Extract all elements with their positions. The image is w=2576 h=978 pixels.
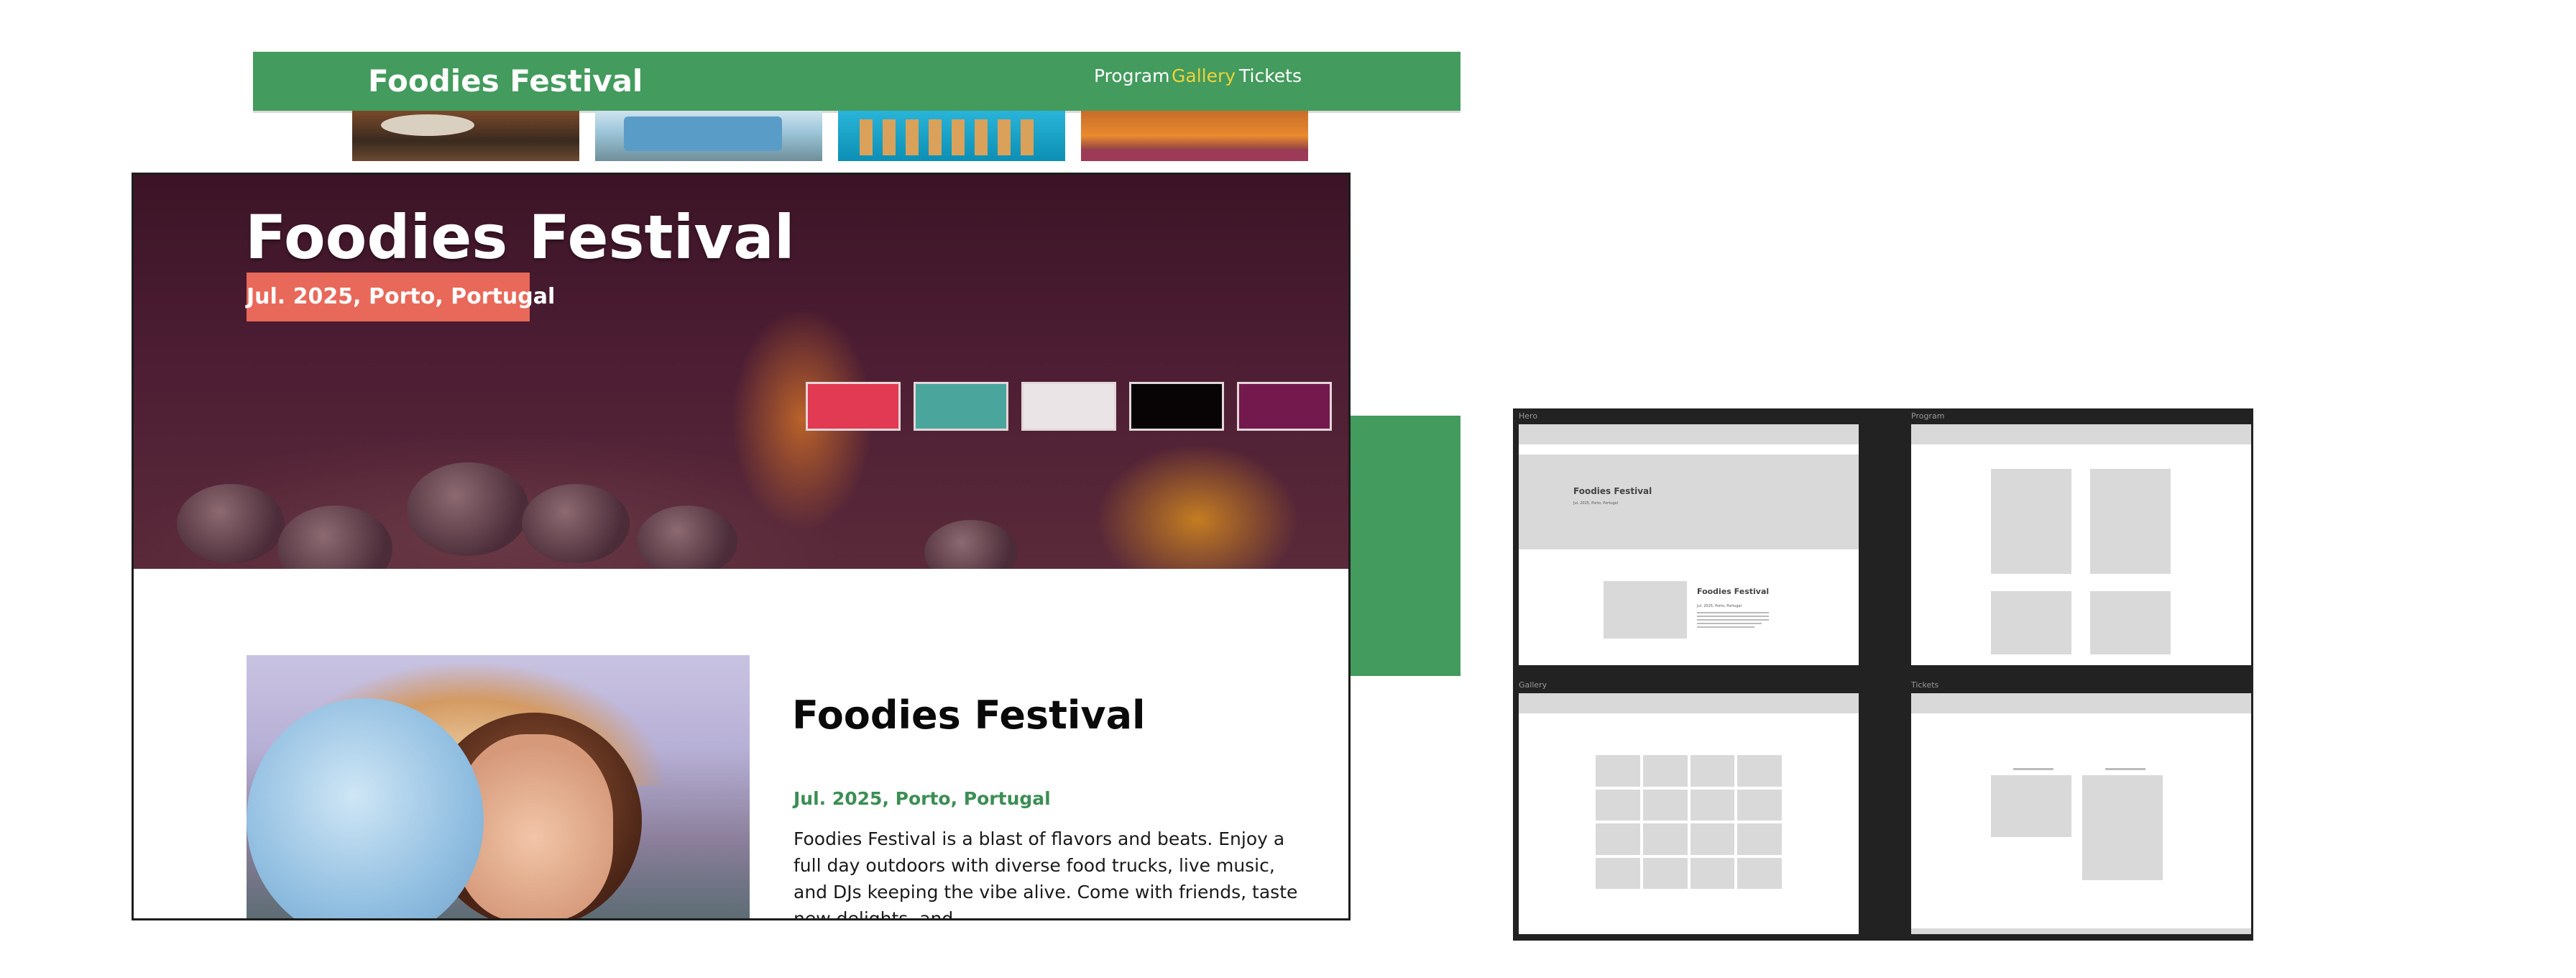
wireframe-gallery-tile: [1642, 823, 1688, 855]
wireframe-gallery-grid: [1596, 755, 1782, 889]
wireframe-ticket-card: [1991, 775, 2071, 837]
wireframe-ticket-heading: [2013, 768, 2053, 770]
nav-link-program[interactable]: Program: [1094, 65, 1169, 88]
wireframe-text-line: [1697, 619, 1769, 621]
color-swatch-light-gray[interactable]: [1021, 382, 1116, 431]
wireframe-gallery-tile: [1596, 755, 1640, 787]
wireframe-hero-date: Jul. 2025, Porto, Portugal: [1573, 501, 1618, 506]
gallery-photo-orange-truck[interactable]: [1081, 111, 1308, 161]
about-description: Foodies Festival is a blast of flavors a…: [794, 828, 1298, 920]
wireframe-text-line: [1697, 616, 1769, 617]
wireframe-navbar: [1911, 424, 2251, 444]
wireframe-gallery-tile: [1596, 857, 1640, 889]
hero-bg-mushroom: [522, 484, 630, 563]
gallery-photo-hanging-snacks[interactable]: [838, 111, 1065, 161]
hero-bg-mushroom: [924, 520, 1018, 569]
wireframe-gallery-tile: [1642, 755, 1688, 787]
wireframe-program-card: [2090, 469, 2171, 574]
wireframe-gallery[interactable]: [1519, 693, 1859, 934]
front-page-artboard: Foodies Festival Jul. 2025, Porto, Portu…: [132, 173, 1351, 920]
about-title: Foodies Festival: [792, 693, 1146, 738]
wireframe-gallery-tile: [1642, 857, 1688, 889]
wireframe-label-gallery: Gallery: [1519, 680, 1547, 690]
hero-bg-mushroom: [637, 506, 737, 569]
color-swatch-teal[interactable]: [914, 382, 1008, 431]
wireframe-gallery-tile: [1596, 823, 1640, 855]
wireframe-hero-banner: [1519, 454, 1859, 549]
wireframe-text-line: [1697, 612, 1769, 613]
color-swatch-red[interactable]: [806, 382, 901, 431]
wireframe-text-line: [1697, 626, 1754, 628]
color-swatch-plum[interactable]: [1237, 382, 1332, 431]
gallery-photo-food-truck[interactable]: [595, 111, 822, 161]
hero-bg-mushroom: [407, 462, 529, 556]
wireframe-program-card: [1991, 469, 2071, 574]
wireframe-program-card: [1991, 591, 2071, 654]
hero-bg-mushroom: [177, 484, 285, 563]
wireframe-text-line: [1697, 623, 1762, 624]
wireframe-hero-title: Foodies Festival: [1573, 486, 1652, 496]
wireframe-overview-panel: Hero Foodies Festival Jul. 2025, Porto, …: [1513, 408, 2253, 941]
wireframe-about-date: Jul. 2025, Porto, Portugal: [1697, 604, 1742, 608]
wireframe-label-tickets: Tickets: [1911, 680, 1939, 690]
wireframe-footer: [1911, 928, 2251, 934]
wireframe-gallery-tile: [1690, 823, 1735, 855]
wireframe-ticket-card: [2082, 775, 2163, 880]
hero-date-badge: Jul. 2025, Porto, Portugal: [247, 273, 555, 321]
color-swatch-black[interactable]: [1129, 382, 1224, 431]
wireframe-gallery-tile: [1690, 789, 1735, 821]
wireframe-gallery-tile: [1737, 823, 1782, 855]
hero-title: Foodies Festival: [245, 202, 795, 273]
wireframe-program[interactable]: [1911, 424, 2251, 665]
wireframe-gallery-tile: [1737, 857, 1782, 889]
about-photo-cotton-candy: [247, 655, 750, 918]
wireframe-gallery-tile: [1690, 755, 1735, 787]
back-page-logo[interactable]: Foodies Festival: [368, 58, 643, 105]
wireframe-navbar: [1911, 693, 2251, 713]
wireframe-navbar: [1519, 693, 1859, 713]
gallery-photo-food-stand[interactable]: [352, 111, 579, 161]
back-page-green-section: [1337, 416, 1460, 676]
wireframe-gallery-tile: [1737, 789, 1782, 821]
nav-link-tickets[interactable]: Tickets: [1239, 65, 1302, 88]
wireframe-gallery-tile: [1642, 789, 1688, 821]
wireframe-gallery-tile: [1596, 789, 1640, 821]
about-date: Jul. 2025, Porto, Portugal: [794, 788, 1051, 809]
wireframe-ticket-heading: [2105, 768, 2145, 770]
wireframe-navbar: [1519, 424, 1859, 444]
wireframe-label-hero: Hero: [1519, 411, 1538, 421]
nav-link-gallery[interactable]: Gallery: [1172, 65, 1236, 88]
wireframe-tickets[interactable]: [1911, 693, 2251, 934]
wireframe-gallery-tile: [1737, 755, 1782, 787]
wireframe-about-image: [1604, 581, 1687, 639]
wireframe-label-program: Program: [1911, 411, 1945, 421]
wireframe-hero[interactable]: Foodies Festival Jul. 2025, Porto, Portu…: [1519, 424, 1859, 665]
wireframe-program-card: [2090, 591, 2171, 654]
hero-bg-mushroom: [277, 506, 392, 569]
wireframe-about-title: Foodies Festival: [1697, 587, 1770, 596]
wireframe-gallery-tile: [1690, 857, 1735, 889]
hero-section: Foodies Festival Jul. 2025, Porto, Portu…: [134, 175, 1348, 569]
